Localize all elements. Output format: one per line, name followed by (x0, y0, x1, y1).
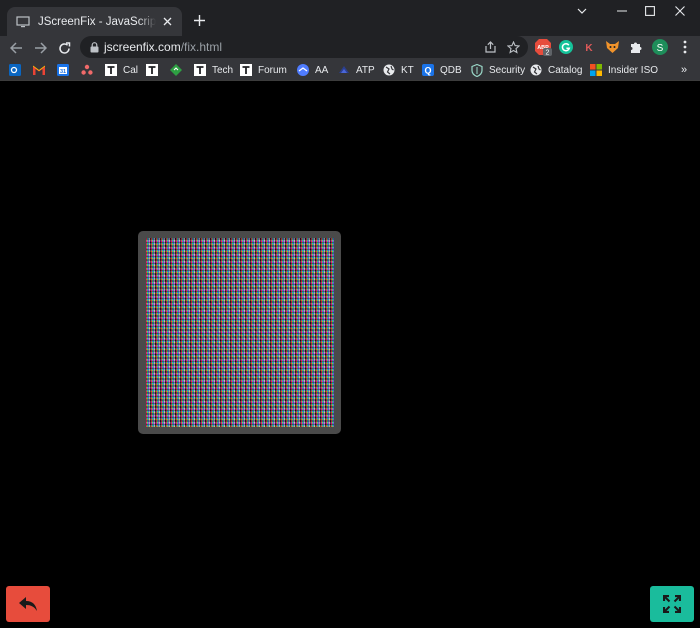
bookmark-label: AA (315, 64, 329, 76)
arrow-left-icon (9, 42, 22, 54)
more-bookmarks-button[interactable]: » (676, 62, 692, 78)
tab-search-button[interactable] (568, 3, 596, 19)
aa-icon (297, 64, 309, 76)
green-leaf-icon (170, 64, 182, 76)
t-icon (146, 64, 158, 76)
tab-jscreenfix[interactable]: JScreenFix - JavaScript Screen Pixel Fix… (7, 7, 182, 36)
plus-icon (193, 14, 205, 26)
url-text[interactable]: jscreenfix.com/fix.html (104, 39, 222, 55)
bookmarks-bar: 31 Cal Tech Forum AA ATP KT Q QDB Securi… (0, 59, 700, 81)
bookmark-atp[interactable]: ATP (338, 61, 375, 79)
back-arrow-icon (19, 597, 37, 611)
calendar-icon: 31 (57, 64, 69, 76)
lock-icon[interactable] (88, 40, 100, 54)
bookmark-catalog[interactable]: Catalog (530, 61, 582, 79)
maximize-button[interactable] (636, 3, 664, 19)
bookmark-kt[interactable]: KT (383, 61, 414, 79)
fullscreen-icon (663, 595, 681, 613)
gmail-icon (33, 64, 45, 76)
bookmark-outlook[interactable] (9, 61, 21, 79)
minimize-icon (617, 10, 627, 12)
t-icon (194, 64, 206, 76)
url-host: jscreenfix.com (104, 40, 181, 54)
globe-icon (383, 64, 395, 76)
t-icon (105, 64, 117, 76)
bookmark-label: Tech (212, 64, 234, 76)
bookmark-asana[interactable] (81, 61, 93, 79)
close-icon (675, 6, 685, 16)
svg-text:Q: Q (424, 66, 431, 76)
bookmark-calendar[interactable]: 31 (57, 61, 69, 79)
tab-strip: JScreenFix - JavaScript Screen Pixel Fix… (0, 0, 700, 36)
bookmark-security[interactable]: Security (471, 61, 525, 79)
bookmark-label: Security (489, 64, 526, 76)
browser-menu-button[interactable] (676, 38, 694, 56)
page-content (0, 81, 700, 628)
new-tab-button[interactable] (190, 11, 208, 29)
bookmark-label: Catalog (548, 64, 583, 76)
shield-icon (471, 63, 483, 77)
windows-icon (590, 64, 602, 76)
svg-text:31: 31 (60, 69, 66, 75)
arrow-right-icon (34, 42, 47, 54)
bookmark-label: KT (401, 64, 414, 76)
outlook-icon (9, 64, 21, 76)
close-icon[interactable] (160, 15, 174, 29)
profile-initial: S (657, 43, 664, 54)
bookmark-forum[interactable]: Forum (240, 61, 287, 79)
star-icon[interactable] (505, 39, 521, 55)
maximize-icon (645, 6, 655, 16)
puzzle-icon[interactable] (627, 38, 645, 56)
bookmark-aa[interactable]: AA (297, 61, 328, 79)
bookmark-label: QDB (440, 64, 462, 76)
share-icon[interactable] (482, 39, 498, 55)
globe-icon (530, 64, 542, 76)
minimize-button[interactable] (608, 3, 636, 19)
monitor-icon (16, 15, 30, 29)
chevron-down-icon (577, 8, 587, 14)
bookmark-qdb[interactable]: Q QDB (422, 61, 462, 79)
bookmark-label: ATP (356, 64, 375, 76)
reload-button[interactable] (54, 38, 74, 58)
bookmark-gmail[interactable] (33, 61, 45, 79)
svg-text:K: K (585, 43, 593, 54)
bookmark-green[interactable] (170, 61, 182, 79)
adblock-badge-text: 2 (546, 50, 550, 57)
k-extension-icon[interactable]: K (580, 38, 598, 56)
profile-avatar[interactable]: S (651, 38, 669, 56)
bookmark-cal[interactable]: Cal (105, 61, 138, 79)
t-icon (240, 64, 252, 76)
grammarly-icon[interactable] (557, 38, 575, 56)
forward-button[interactable] (30, 38, 50, 58)
address-bar[interactable]: jscreenfix.com/fix.html (80, 36, 528, 58)
q-icon: Q (422, 64, 434, 76)
reload-icon (58, 41, 70, 54)
back-to-site-button[interactable] (6, 586, 50, 622)
bookmark-label: Cal (123, 64, 139, 76)
fullscreen-button[interactable] (650, 586, 694, 622)
tab-title: JScreenFix - JavaScript Screen Pixel Fix… (38, 15, 156, 28)
adblock-icon[interactable]: ABP 2 (534, 38, 552, 56)
asana-icon (81, 64, 93, 76)
bookmark-t[interactable] (146, 61, 158, 79)
pixel-fixer-frame[interactable] (138, 231, 341, 434)
kebab-menu-icon (683, 40, 687, 54)
url-path: /fix.html (180, 40, 223, 54)
fox-extension-icon[interactable] (603, 38, 621, 56)
toolbar: jscreenfix.com/fix.html ABP 2 K S (0, 36, 700, 59)
bookmark-label: Insider ISO (608, 64, 659, 76)
pixel-noise-flasher[interactable] (146, 238, 334, 427)
bookmark-insider-iso[interactable]: Insider ISO (590, 61, 658, 79)
bookmark-label: Forum (258, 64, 287, 76)
atp-icon (338, 64, 350, 76)
bookmark-tech[interactable]: Tech (194, 61, 233, 79)
back-button[interactable] (6, 38, 26, 58)
window-close-button[interactable] (666, 3, 694, 19)
